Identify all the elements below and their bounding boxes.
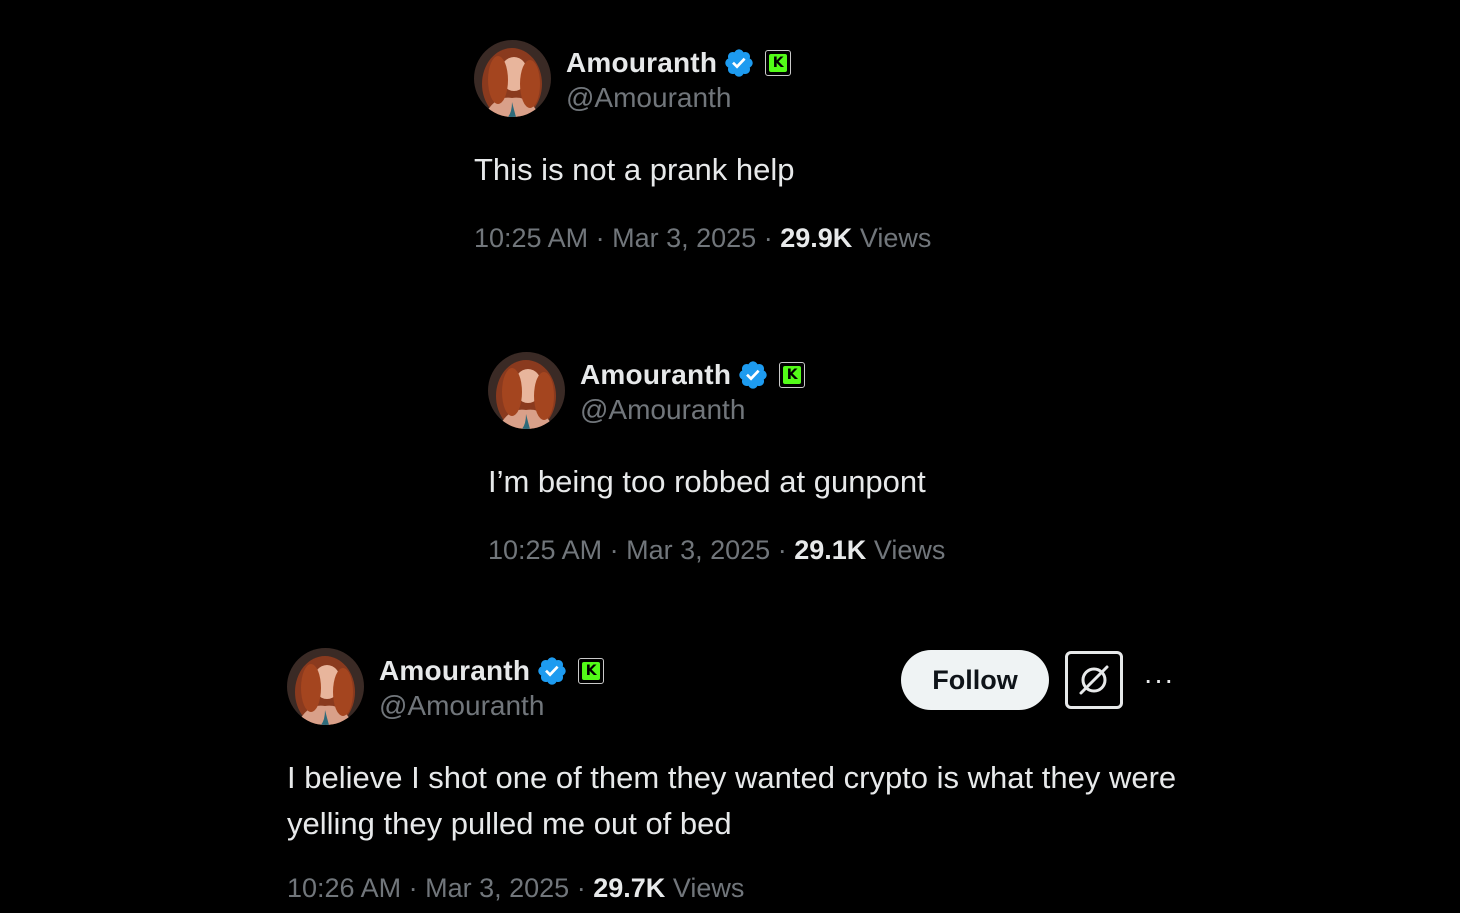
grok-icon[interactable] — [1065, 651, 1123, 709]
tweet-date[interactable]: Mar 3, 2025 — [425, 873, 569, 903]
avatar[interactable] — [488, 352, 565, 429]
name-row: Amouranth K — [566, 44, 792, 82]
name-block: Amouranth K @Amouranth — [580, 356, 806, 426]
follow-button[interactable]: Follow — [901, 650, 1049, 710]
separator: · — [609, 535, 619, 565]
affiliate-letter: K — [769, 53, 788, 72]
separator: · — [408, 873, 418, 903]
tweet-header: Amouranth K @Amouranth Follow ··· — [287, 648, 1187, 725]
views-count: 29.9K — [780, 223, 853, 253]
avatar[interactable] — [287, 648, 364, 725]
more-icon[interactable]: ··· — [1141, 662, 1177, 698]
views-label: Views — [859, 223, 932, 253]
separator: · — [763, 223, 773, 253]
verified-badge-icon[interactable] — [723, 47, 755, 79]
tweet-3: Amouranth K @Amouranth Follow ··· I beli… — [287, 648, 1187, 904]
verified-badge-icon[interactable] — [536, 655, 568, 687]
display-name[interactable]: Amouranth — [580, 359, 731, 391]
tweet-time[interactable]: 10:25 AM — [474, 223, 588, 253]
views-label: Views — [672, 873, 745, 903]
affiliate-letter: K — [783, 365, 802, 384]
separator: · — [777, 535, 787, 565]
views-label: Views — [873, 535, 946, 565]
display-name[interactable]: Amouranth — [379, 655, 530, 687]
kick-affiliate-icon[interactable]: K — [578, 657, 605, 684]
name-row: Amouranth K — [379, 652, 605, 690]
tweet-date[interactable]: Mar 3, 2025 — [612, 223, 756, 253]
display-name[interactable]: Amouranth — [566, 47, 717, 79]
views-count: 29.1K — [794, 535, 867, 565]
tweet-text: This is not a prank help — [474, 152, 795, 187]
tweet-1: Amouranth K @Amouranth This is not a pra… — [474, 40, 931, 254]
avatar[interactable] — [474, 40, 551, 117]
tweet-time[interactable]: 10:26 AM — [287, 873, 401, 903]
kick-affiliate-icon[interactable]: K — [765, 49, 792, 76]
kick-affiliate-icon[interactable]: K — [779, 361, 806, 388]
handle[interactable]: @Amouranth — [379, 690, 604, 722]
views-count: 29.7K — [593, 873, 666, 903]
tweet-header: Amouranth K @Amouranth — [474, 40, 931, 117]
affiliate-letter: K — [582, 661, 601, 680]
tweet-date[interactable]: Mar 3, 2025 — [626, 535, 770, 565]
tweet-text: I believe I shot one of them they wanted… — [287, 760, 1177, 841]
handle[interactable]: @Amouranth — [566, 82, 791, 114]
handle[interactable]: @Amouranth — [580, 394, 805, 426]
name-block: Amouranth K @Amouranth — [379, 652, 605, 722]
separator: · — [576, 873, 586, 903]
tweet-2: Amouranth K @Amouranth I’m being too rob… — [488, 352, 945, 566]
name-block: Amouranth K @Amouranth — [566, 44, 792, 114]
tweet-meta: 10:26 AM · Mar 3, 2025 · 29.7K Views — [287, 873, 1187, 904]
separator: · — [595, 223, 605, 253]
tweet-meta: 10:25 AM · Mar 3, 2025 · 29.9K Views — [474, 223, 931, 254]
tweet-meta: 10:25 AM · Mar 3, 2025 · 29.1K Views — [488, 535, 945, 566]
tweet-actions: Follow ··· — [901, 650, 1177, 710]
verified-badge-icon[interactable] — [737, 359, 769, 391]
tweet-header: Amouranth K @Amouranth — [488, 352, 945, 429]
tweet-text: I’m being too robbed at gunpont — [488, 464, 926, 499]
name-row: Amouranth K — [580, 356, 806, 394]
tweet-time[interactable]: 10:25 AM — [488, 535, 602, 565]
